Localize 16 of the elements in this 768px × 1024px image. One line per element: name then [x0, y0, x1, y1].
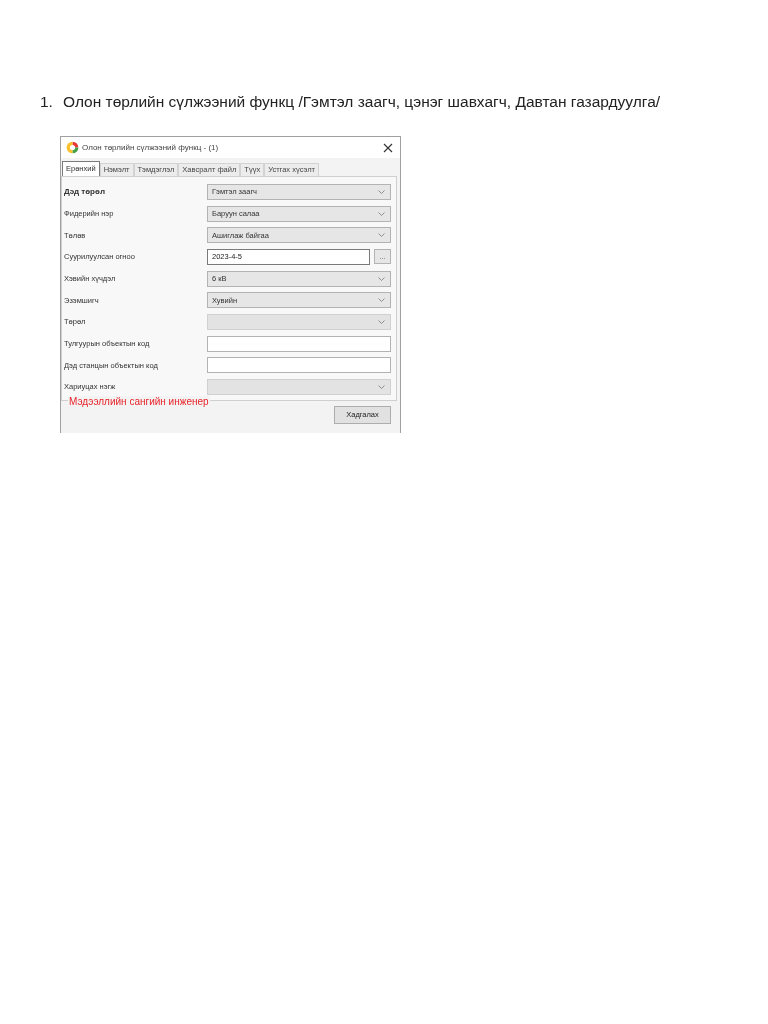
chevron-down-icon	[378, 385, 385, 390]
heading-text: Олон төрлийн сүлжээний функц /Гэмтэл заагч, цэнэг шавхагч, Давтан газардуулга/	[63, 92, 661, 111]
input-field[interactable]	[207, 357, 391, 374]
close-icon[interactable]	[383, 142, 393, 153]
input-field[interactable]	[207, 335, 391, 352]
app-logo-icon	[66, 141, 79, 154]
list-number: 1.	[40, 92, 54, 111]
chevron-down-icon	[378, 189, 385, 194]
annotation-text: Мэдээллийн сангийн инженер	[68, 396, 210, 408]
window-title: Олон төрлийн сүлжээний функц - (1)	[82, 141, 219, 154]
chevron-down-icon	[378, 298, 385, 303]
chevron-down-icon	[378, 233, 385, 238]
chevron-down-icon	[378, 211, 385, 216]
chevron-down-icon	[378, 276, 385, 281]
chevron-down-icon	[378, 319, 385, 324]
field-label: Дэд төрөл	[63, 185, 106, 198]
